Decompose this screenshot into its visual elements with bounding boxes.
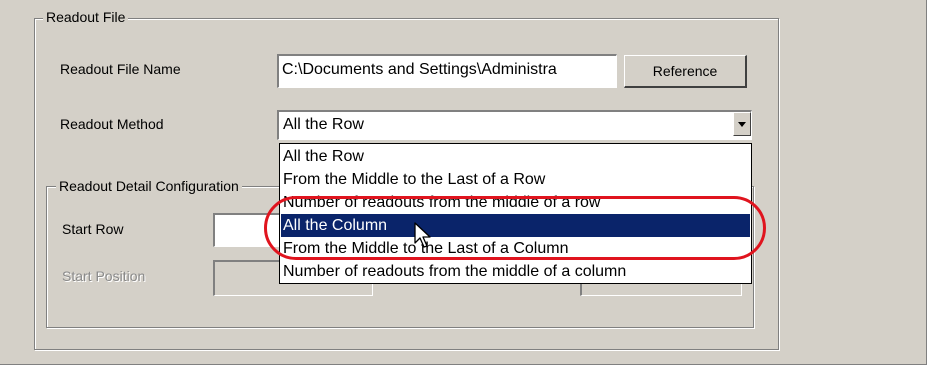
readout-file-group-title: Readout File <box>43 9 129 25</box>
chevron-down-icon <box>738 122 746 127</box>
file-name-label: Readout File Name <box>60 61 181 77</box>
mouse-pointer-icon <box>414 222 431 248</box>
dropdown-option[interactable]: All the Row <box>281 145 750 168</box>
reference-button[interactable]: Reference <box>624 55 747 88</box>
reference-button-label: Reference <box>652 63 718 79</box>
annotation-highlight-ring <box>264 196 766 260</box>
start-position-label: Start Position <box>62 268 146 284</box>
dropdown-arrow-button[interactable] <box>733 112 751 136</box>
readout-detail-group-title: Readout Detail Configuration <box>56 178 242 194</box>
start-row-label: Start Row <box>62 221 124 237</box>
dropdown-option[interactable]: Number of readouts from the middle of a … <box>281 260 750 283</box>
file-name-input[interactable]: C:\Documents and Settings\Administra <box>277 54 617 88</box>
readout-method-value: All the Row <box>283 116 364 133</box>
dropdown-option[interactable]: From the Middle to the Last of a Row <box>281 168 750 191</box>
readout-method-label: Readout Method <box>60 116 164 132</box>
readout-method-select[interactable]: All the Row <box>277 110 752 140</box>
